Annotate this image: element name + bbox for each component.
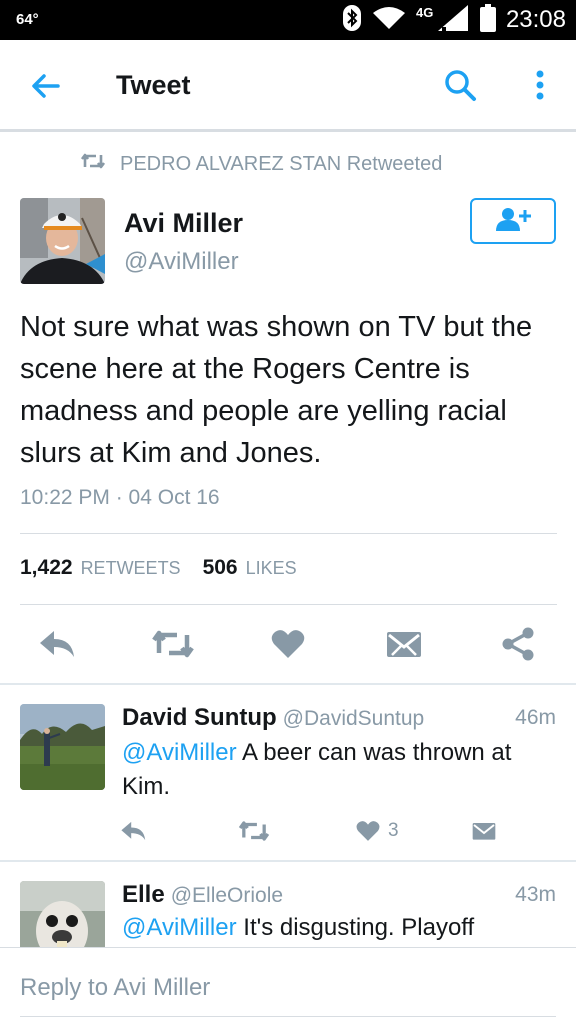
share-icon[interactable] (496, 622, 540, 666)
reply-author[interactable]: Elle @ElleOriole (122, 881, 283, 909)
reply-text: @AviMiller It's disgusting. Playoff (122, 911, 552, 945)
retweet-context[interactable]: PEDRO ALVAREZ STAN Retweeted (80, 150, 442, 178)
reply-input-underline (20, 1016, 556, 1017)
tweet-stats: 1,422 RETWEETS 506 LIKES (20, 556, 311, 580)
likes-label[interactable]: LIKES (246, 558, 297, 579)
more-options-icon[interactable] (526, 67, 554, 103)
back-arrow-icon[interactable] (28, 68, 64, 104)
wifi-icon (372, 5, 406, 36)
search-icon[interactable] (442, 67, 478, 103)
direct-message-icon[interactable] (382, 622, 426, 666)
reply-time: 43m (515, 883, 556, 906)
retweets-count[interactable]: 1,422 (20, 556, 73, 580)
divider (20, 604, 557, 605)
mention-link[interactable]: @AviMiller (122, 914, 237, 941)
divider (20, 533, 557, 534)
app-bar: Tweet (0, 40, 576, 132)
retweet-icon[interactable] (238, 816, 270, 846)
retweet-icon[interactable] (150, 622, 196, 666)
reply-avatar[interactable] (20, 881, 105, 947)
battery-icon (479, 3, 496, 37)
tweet-text: Not sure what was shown on TV but the sc… (20, 311, 533, 469)
signal-4g-icon: 4G (416, 3, 470, 38)
reply-composer[interactable]: Reply to Avi Miller (0, 947, 576, 1024)
tweet-timestamp: 10:22 PM · 04 Oct 16 (20, 486, 220, 509)
retweet-icon (80, 151, 106, 177)
reply-author-name: Elle (122, 881, 165, 908)
reply-item[interactable]: Elle @ElleOriole 43m @AviMiller It's disg… (0, 861, 576, 947)
like-heart-icon[interactable] (266, 622, 310, 666)
author-avatar[interactable] (20, 198, 105, 284)
like-button[interactable]: 3 (356, 816, 399, 846)
svg-text:4G: 4G (416, 5, 433, 20)
author-name[interactable]: Avi Miller (124, 208, 243, 239)
reply-author-name: David Suntup (122, 704, 277, 731)
reply-icon[interactable] (120, 816, 148, 846)
author-handle[interactable]: @AviMiller (124, 248, 239, 276)
bluetooth-icon (342, 4, 362, 37)
mention-link[interactable]: @AviMiller (122, 739, 237, 766)
reply-icon[interactable] (36, 622, 80, 666)
like-count: 3 (388, 820, 399, 841)
reply-author[interactable]: David Suntup @DavidSuntup (122, 704, 424, 732)
add-user-icon (493, 206, 533, 237)
reply-text: @AviMiller A beer can was thrown at Kim. (122, 736, 552, 804)
retweet-context-text: PEDRO ALVAREZ STAN Retweeted (120, 152, 443, 175)
temperature-indicator: 64° (16, 11, 39, 28)
tweet-actions (0, 622, 576, 666)
status-bar: 64° 4G 23:08 (0, 0, 576, 40)
reply-text-body: It's disgusting. Playoff (236, 914, 475, 941)
like-heart-icon (356, 821, 380, 841)
retweets-label[interactable]: RETWEETS (81, 558, 181, 579)
reply-avatar[interactable] (20, 704, 105, 790)
direct-message-icon[interactable] (472, 816, 496, 846)
reply-author-handle: @DavidSuntup (282, 707, 425, 730)
reply-item[interactable]: David Suntup @DavidSuntup 46m @AviMiller … (0, 684, 576, 860)
page-title: Tweet (116, 70, 191, 100)
follow-button[interactable] (470, 198, 556, 244)
reply-author-handle: @ElleOriole (170, 884, 284, 907)
reply-time: 46m (515, 706, 556, 729)
clock: 23:08 (505, 6, 566, 33)
likes-count[interactable]: 506 (203, 556, 238, 580)
reply-input[interactable]: Reply to Avi Miller (20, 974, 210, 1002)
